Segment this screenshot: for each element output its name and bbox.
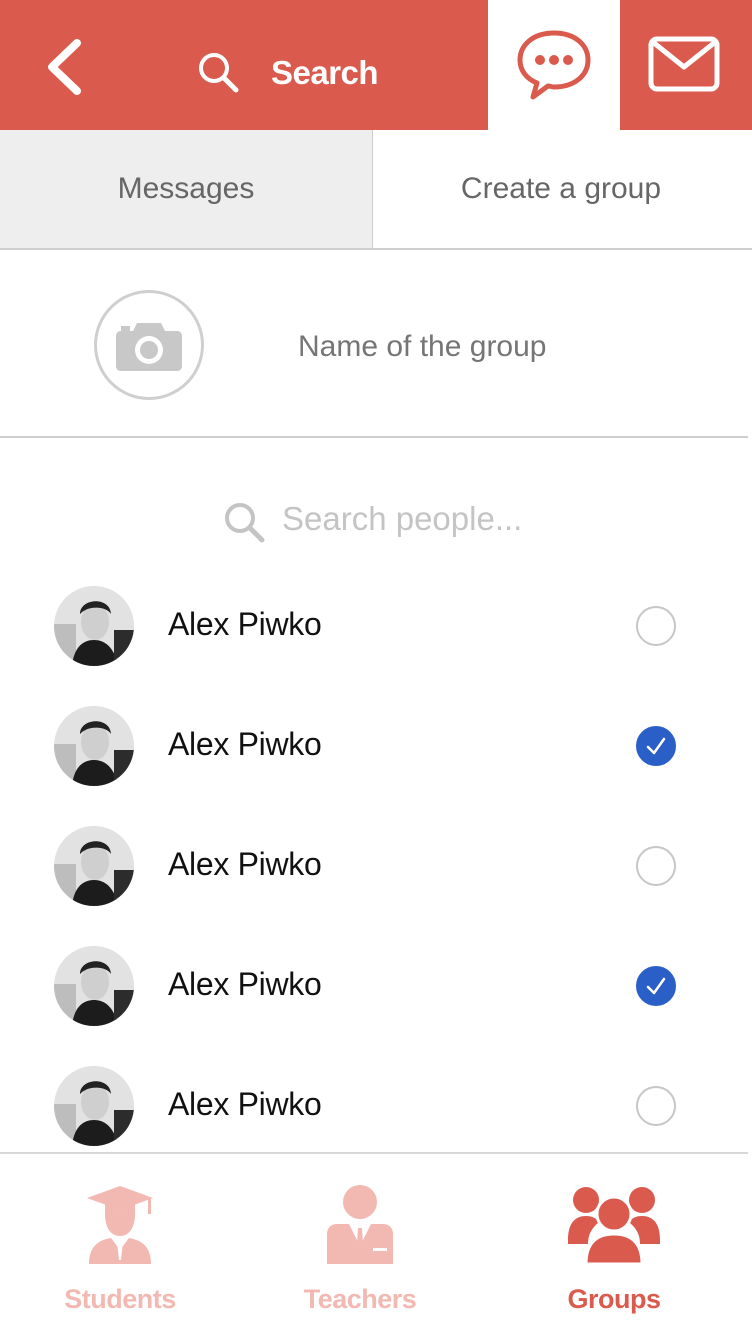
select-checkbox[interactable]	[636, 846, 676, 886]
group-photo-button[interactable]	[94, 290, 204, 400]
tab-messages[interactable]: Messages	[0, 130, 373, 248]
graduate-icon	[87, 1186, 153, 1264]
teacher-icon	[327, 1185, 393, 1264]
select-checkbox[interactable]	[636, 966, 676, 1006]
nav-groups-label: Groups	[567, 1284, 661, 1314]
search-icon	[199, 53, 239, 93]
search-icon	[225, 503, 265, 543]
people-search-placeholder: Search people...	[282, 500, 523, 537]
avatar	[54, 826, 134, 906]
tab-create-group-label: Create a group	[460, 172, 662, 205]
nav-groups[interactable]: Groups	[494, 1154, 734, 1334]
bottom-nav: Students Teachers Groups	[0, 1152, 748, 1334]
group-name-input[interactable]	[298, 330, 698, 364]
people-search-input[interactable]: Search people...	[222, 496, 642, 546]
chat-tab[interactable]	[488, 0, 620, 130]
person-name: Alex Piwko	[168, 1086, 322, 1122]
avatar	[54, 706, 134, 786]
search-label: Search	[271, 54, 379, 91]
checkmark-icon	[646, 737, 666, 755]
chat-bubble-icon	[515, 27, 593, 103]
back-button[interactable]	[30, 30, 100, 100]
list-item[interactable]: Alex Piwko	[0, 926, 748, 1046]
group-icon	[568, 1187, 660, 1264]
select-checkbox[interactable]	[636, 726, 676, 766]
nav-teachers-label: Teachers	[303, 1284, 417, 1314]
search-button[interactable]: Search	[190, 36, 390, 106]
list-item[interactable]: Alex Piwko	[0, 806, 748, 926]
envelope-icon	[648, 36, 720, 92]
person-name: Alex Piwko	[168, 966, 322, 1002]
list-item[interactable]: Alex Piwko	[0, 686, 748, 806]
tab-messages-label: Messages	[117, 172, 255, 205]
select-checkbox[interactable]	[636, 1086, 676, 1126]
tab-create-group[interactable]: Create a group	[374, 130, 748, 248]
person-name: Alex Piwko	[168, 606, 322, 642]
mail-tab[interactable]	[620, 0, 752, 130]
tab-bar: Messages Create a group	[0, 130, 752, 250]
avatar	[54, 946, 134, 1026]
person-name: Alex Piwko	[168, 846, 322, 882]
chevron-left-icon	[48, 39, 81, 95]
nav-students[interactable]: Students	[0, 1154, 240, 1334]
nav-teachers[interactable]: Teachers	[240, 1154, 480, 1334]
nav-students-label: Students	[64, 1284, 176, 1314]
camera-icon	[116, 323, 182, 371]
list-item[interactable]: Alex Piwko	[0, 1046, 748, 1166]
select-checkbox[interactable]	[636, 606, 676, 646]
group-info-row	[0, 252, 748, 438]
checkmark-icon	[646, 977, 666, 995]
avatar	[54, 586, 134, 666]
top-bar: Search	[0, 0, 752, 130]
avatar	[54, 1066, 134, 1146]
list-item[interactable]: Alex Piwko	[0, 566, 748, 686]
person-name: Alex Piwko	[168, 726, 322, 762]
